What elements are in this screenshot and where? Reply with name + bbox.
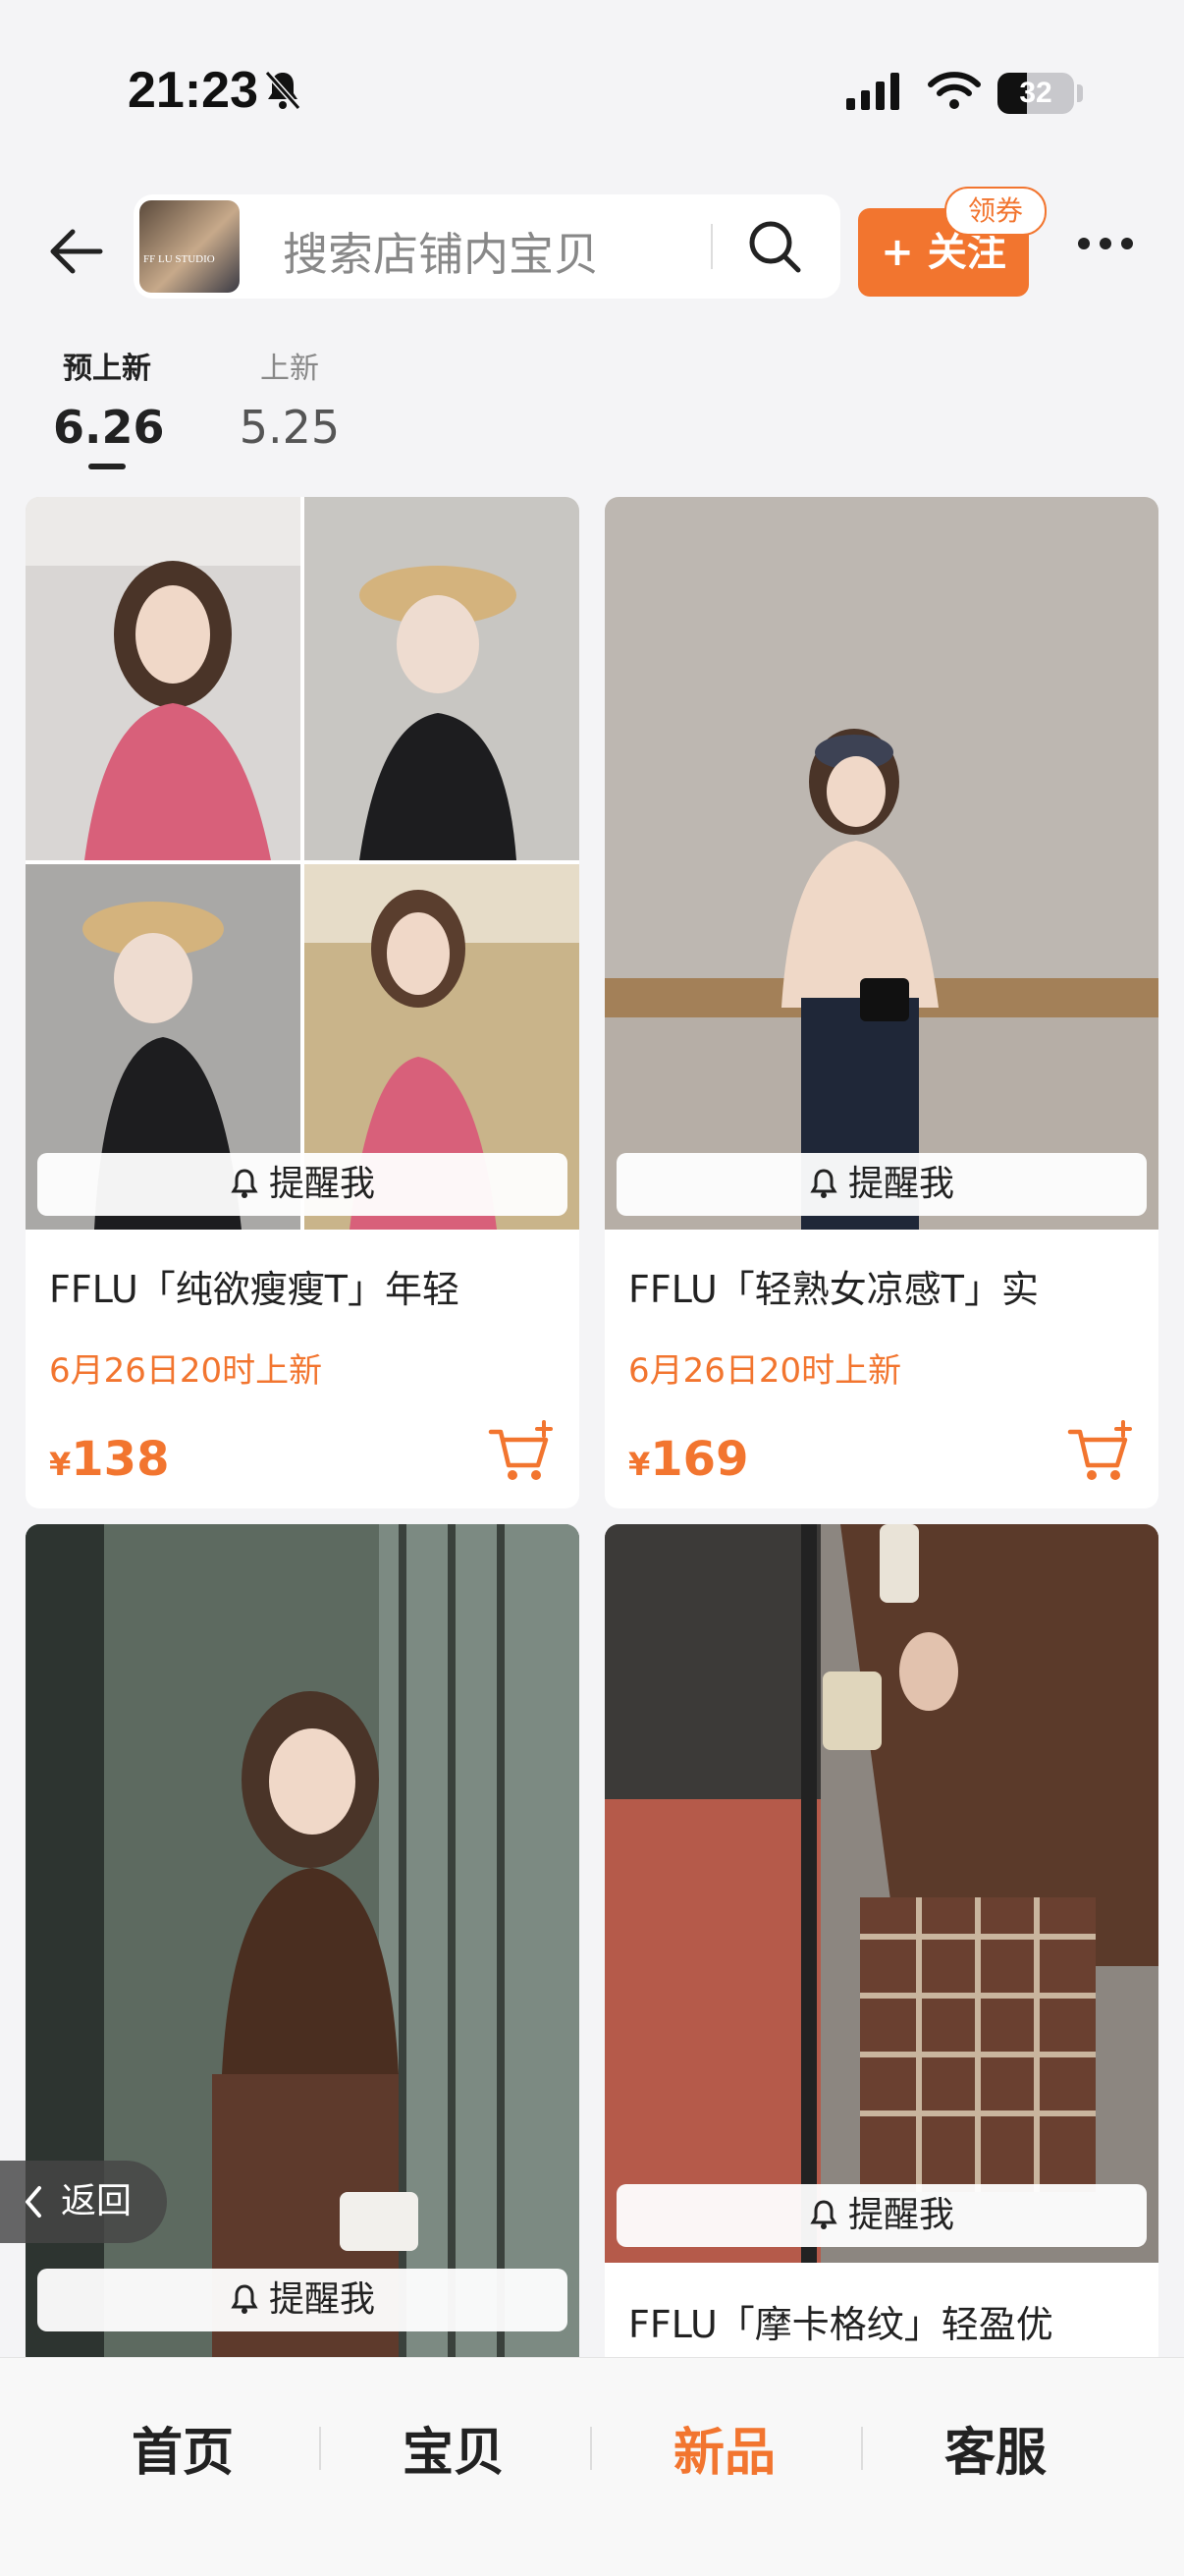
coupon-badge[interactable]: 领券 <box>944 187 1047 236</box>
release-time: 6月26日20时上新 <box>628 1351 902 1391</box>
battery-indicator: 32 <box>997 73 1074 114</box>
bell-icon <box>231 1169 258 1198</box>
search-icon[interactable] <box>746 218 803 275</box>
tab-new-arrivals[interactable]: 上新 5.25 <box>236 344 344 454</box>
shop-logo[interactable]: FF LU STUDIO <box>139 200 240 293</box>
product-card[interactable]: 提醒我 FFLU「轻熟女凉感T」实 6月26日20时上新 ¥169 <box>605 497 1158 1508</box>
add-to-cart-icon[interactable] <box>487 1420 554 1485</box>
tab-preview-new[interactable]: 预上新 6.26 <box>53 344 165 469</box>
product-price: ¥138 <box>49 1432 170 1487</box>
product-image[interactable] <box>605 1524 1158 2263</box>
product-image[interactable] <box>605 497 1158 1230</box>
more-options-icon[interactable] <box>1076 236 1135 251</box>
status-bar: 21:23 32 <box>0 0 1184 177</box>
remind-me-button[interactable]: 提醒我 <box>617 1153 1147 1216</box>
remind-me-button[interactable]: 提醒我 <box>37 1153 567 1216</box>
release-date-tabs: 预上新 6.26 上新 5.25 <box>0 344 1184 491</box>
cellular-signal-icon <box>846 73 899 110</box>
floating-back-button[interactable]: 返回 <box>0 2161 167 2243</box>
nav-products[interactable]: 宝贝 <box>355 2411 552 2485</box>
add-to-cart-icon[interactable] <box>1066 1420 1133 1485</box>
product-price: ¥169 <box>628 1432 749 1487</box>
mute-bell-icon <box>264 71 301 110</box>
shop-search-bar[interactable]: FF LU STUDIO 搜索店铺内宝贝 <box>134 194 840 299</box>
product-title[interactable]: FFLU「轻熟女凉感T」实 <box>628 1259 1039 1313</box>
wifi-icon <box>928 72 981 109</box>
bottom-navigation: 首页 宝贝 新品 客服 <box>0 2357 1184 2576</box>
back-arrow-icon[interactable] <box>45 226 104 277</box>
product-image[interactable] <box>26 497 579 1230</box>
bell-icon <box>231 2284 258 2314</box>
nav-customer-service[interactable]: 客服 <box>897 2411 1094 2485</box>
product-card[interactable]: 提醒我 FFLU「纯欲瘦瘦T」年轻 6月26日20时上新 ¥138 <box>26 497 579 1508</box>
remind-me-button[interactable]: 提醒我 <box>37 2269 567 2331</box>
search-input[interactable]: 搜索店铺内宝贝 <box>283 219 599 284</box>
nav-new-arrivals[interactable]: 新品 <box>626 2411 823 2485</box>
remind-me-button[interactable]: 提醒我 <box>617 2184 1147 2247</box>
release-time: 6月26日20时上新 <box>49 1351 323 1391</box>
bell-icon <box>810 1169 837 1198</box>
status-time: 21:23 <box>128 62 258 119</box>
shop-header: FF LU STUDIO 搜索店铺内宝贝 + 关注 领券 <box>0 187 1184 324</box>
product-card[interactable]: 提醒我 FFLU「摩卡格纹」轻盈优 <box>605 1524 1158 2369</box>
product-title[interactable]: FFLU「纯欲瘦瘦T」年轻 <box>49 1259 459 1313</box>
nav-home[interactable]: 首页 <box>84 2411 281 2485</box>
product-title[interactable]: FFLU「摩卡格纹」轻盈优 <box>628 2294 1053 2348</box>
chevron-left-icon <box>26 2186 41 2218</box>
active-tab-underline <box>88 464 126 469</box>
bell-icon <box>810 2200 837 2229</box>
